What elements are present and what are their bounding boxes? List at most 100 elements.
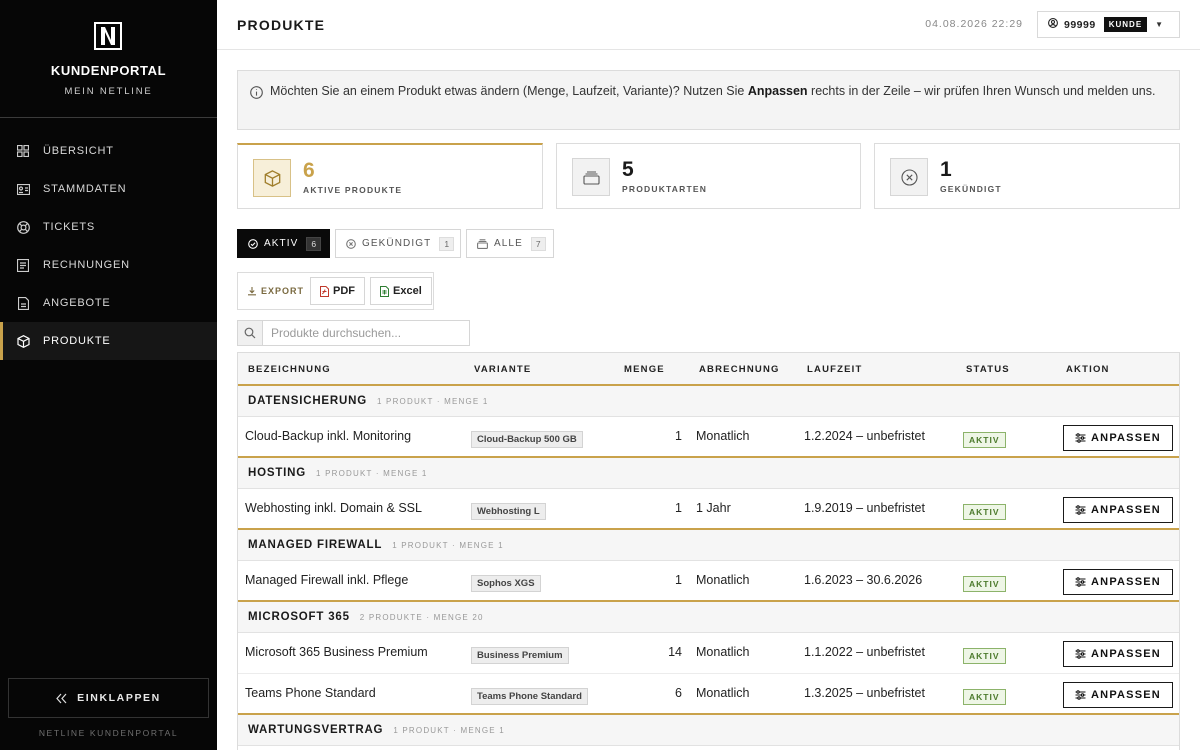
top-header: PRODUKTE 04.08.2026 22:29 99999 KUNDE ▼	[217, 0, 1200, 50]
col-header-aktion: AKTION	[1066, 364, 1110, 375]
variant-badge: Business Premium	[471, 647, 569, 664]
status-badge: AKTIV	[963, 689, 1006, 705]
billing: 1 Jahr	[696, 501, 731, 515]
box-icon	[253, 159, 291, 197]
x-circle-icon	[346, 238, 356, 249]
export-excel-label: Excel	[393, 285, 422, 297]
group-header-microsoft-365: MICROSOFT 365 2 PRODUKTE · MENGE 20	[238, 602, 1179, 633]
sidebar-item-tickets[interactable]: TICKETS	[0, 208, 217, 246]
status-badge: AKTIV	[963, 648, 1006, 664]
document-icon	[16, 296, 30, 310]
export-pdf-button[interactable]: PDF	[310, 277, 366, 305]
term: 1.9.2019 – unbefristet	[804, 501, 925, 515]
check-circle-icon	[248, 238, 258, 249]
tab-alle[interactable]: ALLE 7	[466, 229, 554, 258]
export-group: EXPORT PDF Excel	[237, 272, 434, 310]
col-header-abrechnung[interactable]: ABRECHNUNG	[699, 364, 780, 375]
stat-card-active-products: 6 AKTIVE PRODUKTE	[237, 143, 543, 209]
quantity: 14	[668, 645, 682, 659]
export-label: EXPORT	[261, 286, 305, 296]
adjust-button[interactable]: ANPASSEN	[1063, 569, 1173, 595]
sidebar: KUNDENPORTAL MEIN NETLINE ÜBERSICHT STAM…	[0, 0, 217, 750]
product-name: Managed Firewall inkl. Pflege	[245, 573, 409, 587]
search-icon	[238, 321, 263, 345]
adjust-button[interactable]: ANPASSEN	[1063, 497, 1173, 523]
current-datetime: 04.08.2026 22:29	[925, 18, 1023, 30]
group-name: WARTUNGSVERTRAG	[248, 724, 384, 736]
group-meta: 2 PRODUKTE · MENGE 20	[359, 612, 484, 622]
quantity: 6	[675, 686, 682, 700]
group-meta: 1 PRODUKT · MENGE 1	[392, 540, 504, 550]
id-card-icon	[16, 182, 30, 196]
sidebar-item-produkte[interactable]: PRODUKTE	[0, 322, 217, 360]
adjust-button[interactable]: ANPASSEN	[1063, 641, 1173, 667]
col-header-variante[interactable]: VARIANTE	[474, 364, 531, 375]
stat-card-cancelled: 1 GEKÜNDIGT	[874, 143, 1180, 209]
stat-label: GEKÜNDIGT	[940, 184, 1002, 194]
account-id: 99999	[1064, 18, 1096, 31]
product-name: Teams Phone Standard	[245, 686, 376, 700]
product-name: Microsoft 365 Business Premium	[245, 645, 428, 659]
netline-logo-icon	[94, 22, 122, 50]
group-header-wartungsvertrag: WARTUNGSVERTRAG 1 PRODUKT · MENGE 1	[238, 715, 1179, 746]
collapse-label: EINKLAPPEN	[77, 692, 161, 704]
billing: Monatlich	[696, 573, 750, 587]
page-title: PRODUKTE	[237, 17, 326, 33]
search-input[interactable]	[263, 321, 468, 345]
group-name: DATENSICHERUNG	[248, 395, 367, 407]
col-header-menge[interactable]: MENGE	[624, 364, 665, 375]
adjust-button[interactable]: ANPASSEN	[1063, 682, 1173, 708]
sidebar-item-stammdaten[interactable]: STAMMDATEN	[0, 170, 217, 208]
tab-gekuendigt[interactable]: GEKÜNDIGT 1	[335, 229, 461, 258]
sidebar-item-uebersicht[interactable]: ÜBERSICHT	[0, 132, 217, 170]
export-excel-button[interactable]: Excel	[370, 277, 432, 305]
stat-value: 5	[622, 158, 634, 181]
variant-badge: Webhosting L	[471, 503, 546, 520]
product-name: Cloud-Backup inkl. Monitoring	[245, 429, 412, 443]
variant-badge: Sophos XGS	[471, 575, 541, 592]
group-meta: 1 PRODUKT · MENGE 1	[316, 468, 428, 478]
stat-label: AKTIVE PRODUKTE	[303, 185, 403, 195]
collapse-sidebar-button[interactable]: EINKLAPPEN	[8, 678, 209, 718]
billing: Monatlich	[696, 686, 750, 700]
sidebar-item-rechnungen[interactable]: RECHNUNGEN	[0, 246, 217, 284]
table-row: Microsoft 365 Business Premium Business …	[238, 633, 1179, 674]
quantity: 1	[675, 501, 682, 515]
term: 1.2.2024 – unbefristet	[804, 429, 925, 443]
export-pdf-label: PDF	[333, 285, 356, 297]
info-emphasis: Anpassen	[747, 84, 808, 98]
tab-label: GEKÜNDIGT	[362, 238, 432, 249]
adjust-label: ANPASSEN	[1091, 432, 1161, 444]
col-header-status[interactable]: STATUS	[966, 364, 1010, 375]
sidebar-item-label: STAMMDATEN	[43, 183, 127, 195]
sidebar-item-angebote[interactable]: ANGEBOTE	[0, 284, 217, 322]
col-header-bezeichnung[interactable]: BEZEICHNUNG	[248, 364, 331, 375]
x-circle-icon	[890, 158, 928, 196]
col-header-laufzeit[interactable]: LAUFZEIT	[807, 364, 863, 375]
group-name: MANAGED FIREWALL	[248, 539, 383, 551]
search-box	[237, 320, 470, 346]
adjust-button[interactable]: ANPASSEN	[1063, 425, 1173, 451]
adjust-label: ANPASSEN	[1091, 504, 1161, 516]
tab-count: 1	[439, 236, 455, 251]
pdf-file-icon	[320, 285, 330, 297]
caret-down-icon: ▼	[1155, 20, 1164, 29]
brand: KUNDENPORTAL MEIN NETLINE	[0, 0, 217, 118]
sliders-icon	[1075, 690, 1086, 700]
sliders-icon	[1075, 649, 1086, 659]
quantity: 1	[675, 573, 682, 587]
account-menu[interactable]: 99999 KUNDE ▼	[1037, 11, 1180, 38]
sidebar-item-label: RECHNUNGEN	[43, 259, 130, 271]
tab-aktiv[interactable]: AKTIV 6	[237, 229, 330, 258]
info-text-after: rechts in der Zeile – wir prüfen Ihren W…	[807, 84, 1156, 98]
excel-file-icon	[380, 285, 390, 297]
lifebuoy-icon	[16, 220, 30, 234]
group-header-datensicherung: DATENSICHERUNG 1 PRODUKT · MENGE 1	[238, 386, 1179, 417]
invoice-icon	[16, 258, 30, 272]
sidebar-footer: NETLINE KUNDENPORTAL	[38, 728, 179, 738]
info-text-before: Möchten Sie an einem Produkt etwas änder…	[270, 84, 748, 98]
term: 1.3.2025 – unbefristet	[804, 686, 925, 700]
group-name: HOSTING	[248, 467, 306, 479]
group-meta: 1 PRODUKT · MENGE 1	[376, 396, 489, 406]
sliders-icon	[1075, 505, 1086, 515]
